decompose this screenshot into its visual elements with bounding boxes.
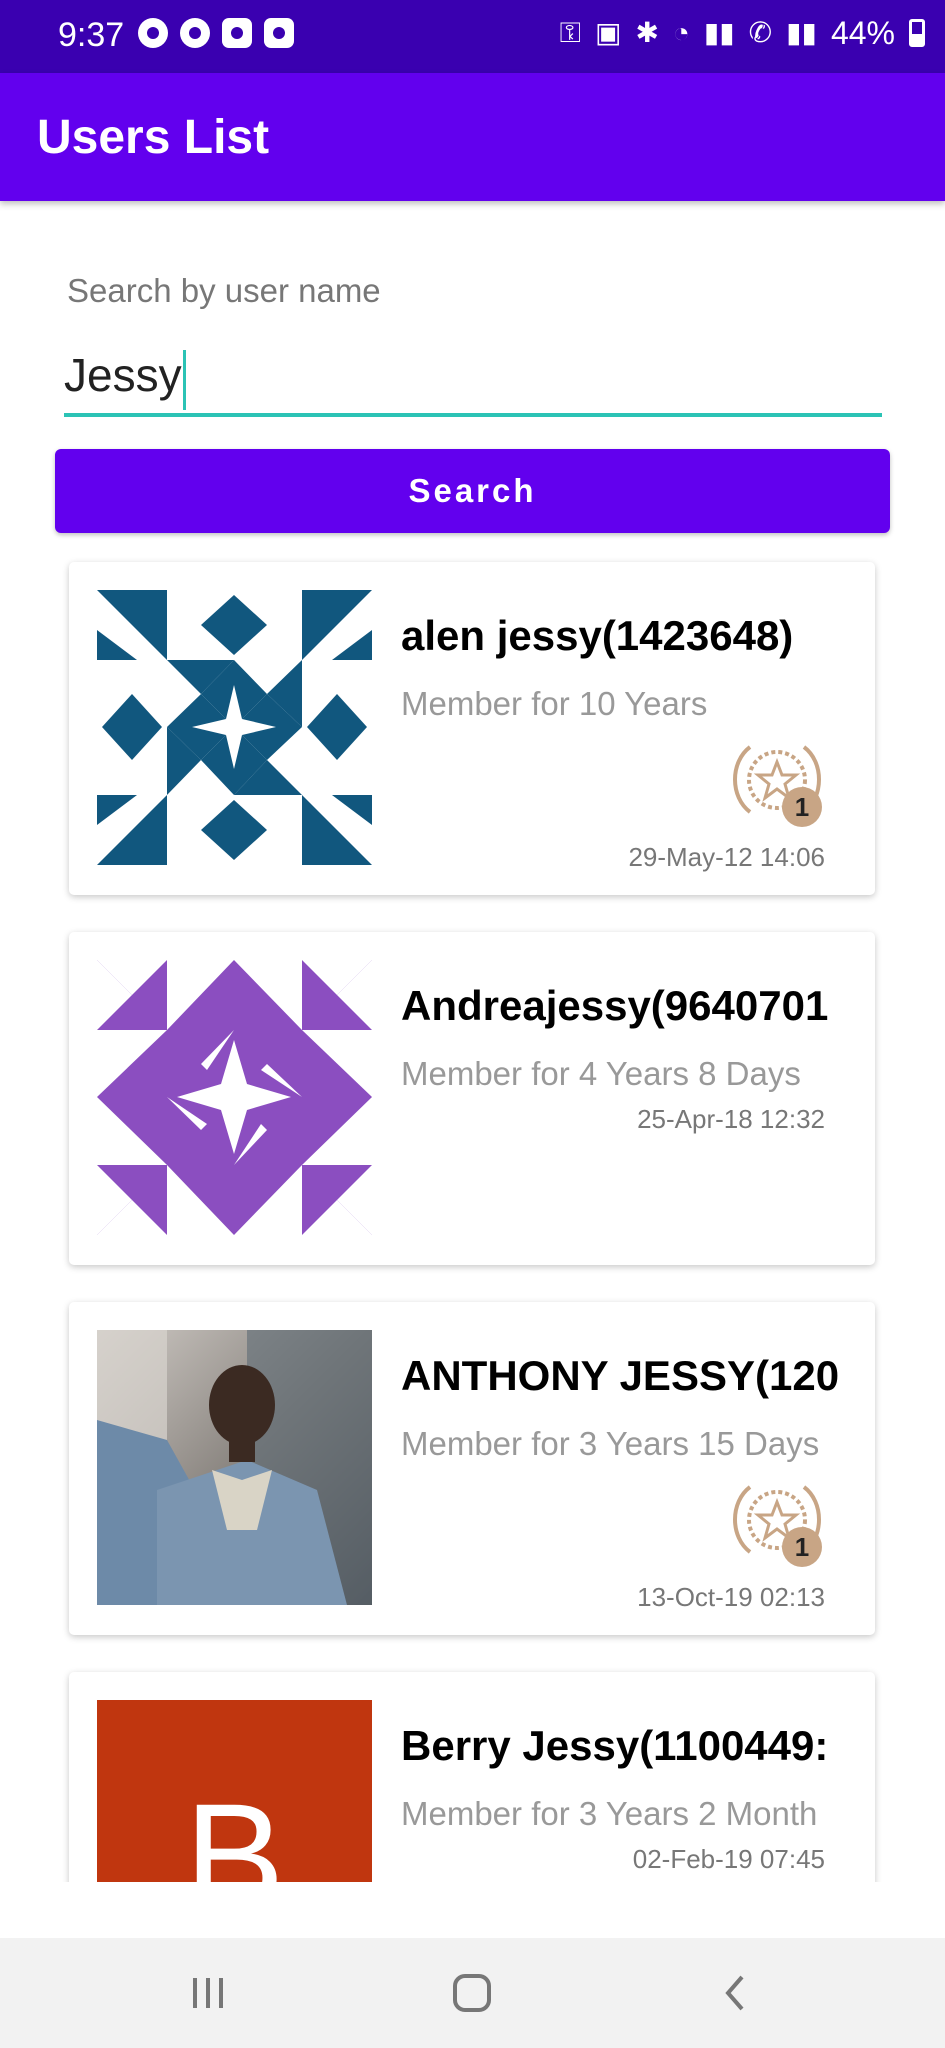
back-icon	[725, 1975, 744, 2011]
text-cursor	[183, 350, 186, 410]
app-notification-icon	[222, 18, 252, 48]
notification-icons	[138, 18, 294, 48]
search-label: Search by user name	[67, 272, 381, 309]
award-badge-icon: 1	[733, 745, 822, 827]
system-icons: ⚿ ▣ ✱ ◔ ▮▮ ✆ ▮▮ 44%	[560, 14, 925, 52]
image-icon	[264, 18, 294, 48]
status-time: 9:37	[58, 16, 125, 54]
lock-icon: ▣	[594, 17, 622, 48]
users-list[interactable]: alen jessy(1423648) Member for 10 Years …	[0, 555, 945, 1882]
avatar: B	[97, 1700, 372, 1882]
status-bar: 9:37 ⚿ ▣ ✱ ◔ ▮▮ ✆ ▮▮ 44%	[0, 0, 945, 73]
avatar	[97, 590, 372, 865]
signal-2-icon: ▮▮	[786, 17, 817, 48]
award-badge-icon: 1	[733, 1485, 822, 1567]
member-duration: Member for 4 Years 8 Days	[401, 1055, 801, 1092]
join-date: 29-May-12 14:06	[628, 842, 825, 872]
join-date: 25-Apr-18 12:32	[637, 1104, 825, 1134]
user-name: Berry Jessy(1100449:	[401, 1722, 829, 1769]
member-duration: Member for 10 Years	[401, 685, 708, 722]
app-bar: Users List	[0, 73, 945, 201]
member-duration: Member for 3 Years 15 Days	[401, 1425, 820, 1462]
call-icon: ✆	[748, 17, 773, 48]
join-date: 13-Oct-19 02:13	[637, 1582, 825, 1612]
search-button[interactable]: Search	[55, 449, 890, 533]
notification-icon	[138, 18, 168, 48]
battery-icon	[909, 19, 925, 47]
join-date: 02-Feb-19 07:45	[632, 1844, 825, 1874]
user-name: alen jessy(1423648)	[401, 612, 794, 659]
member-duration: Member for 3 Years 2 Month	[401, 1795, 818, 1832]
avatar-photo	[97, 1330, 372, 1605]
page-title: Users List	[37, 111, 270, 164]
back-button[interactable]	[706, 1968, 766, 2018]
wifi-icon: ◔	[672, 17, 690, 48]
shield-icon	[180, 18, 210, 48]
user-name: Andreajessy(9640701	[401, 982, 829, 1029]
home-icon	[453, 1974, 491, 2012]
battery-percent: 44%	[830, 14, 895, 51]
navigation-bar	[0, 1938, 945, 2048]
user-name: ANTHONY JESSY(120	[401, 1352, 840, 1399]
search-input[interactable]	[64, 345, 882, 417]
badge-count: 1	[795, 792, 809, 822]
user-card[interactable]: alen jessy(1423648) Member for 10 Years …	[69, 562, 875, 895]
recent-apps-button[interactable]	[178, 1968, 238, 2018]
key-icon: ⚿	[559, 17, 581, 48]
user-card[interactable]: Andreajessy(9640701 Member for 4 Years 8…	[69, 932, 875, 1265]
recent-apps-icon	[193, 1978, 223, 2008]
home-button[interactable]	[442, 1968, 502, 2018]
avatar	[97, 960, 372, 1235]
bluetooth-icon: ✱	[635, 17, 659, 48]
avatar-letter: B	[184, 1772, 285, 1882]
user-card[interactable]: ANTHONY JESSY(120 Member for 3 Years 15 …	[69, 1302, 875, 1635]
badge-count: 1	[795, 1532, 809, 1562]
signal-icon: ▮▮	[703, 17, 735, 48]
user-card[interactable]: B Berry Jessy(1100449: Member for 3 Year…	[69, 1672, 875, 1882]
